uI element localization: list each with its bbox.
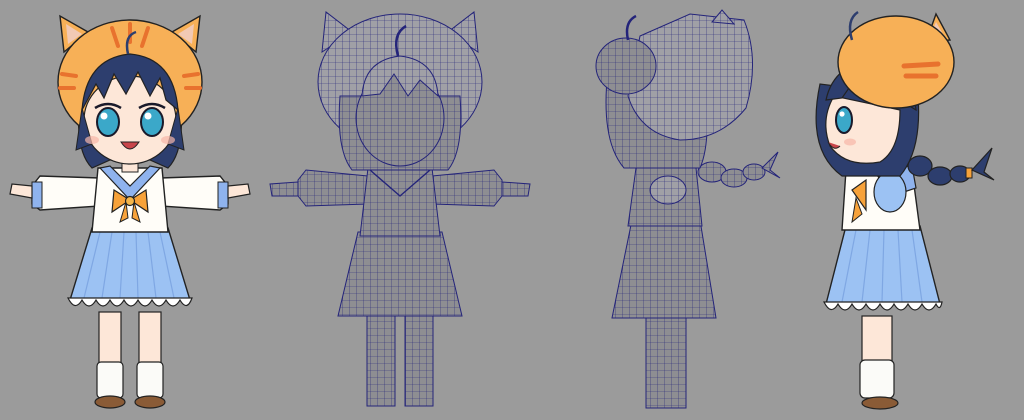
right-shoe: [134, 395, 166, 409]
character-turnaround-sheet: [0, 0, 1024, 420]
right-sock: [136, 361, 164, 399]
sock: [859, 359, 895, 399]
eye: [835, 106, 853, 134]
left-shoe: [94, 395, 126, 409]
left-sock: [96, 361, 124, 399]
sleeve: [873, 171, 907, 213]
skirt-frill: [67, 297, 193, 307]
shoe: [861, 396, 899, 410]
